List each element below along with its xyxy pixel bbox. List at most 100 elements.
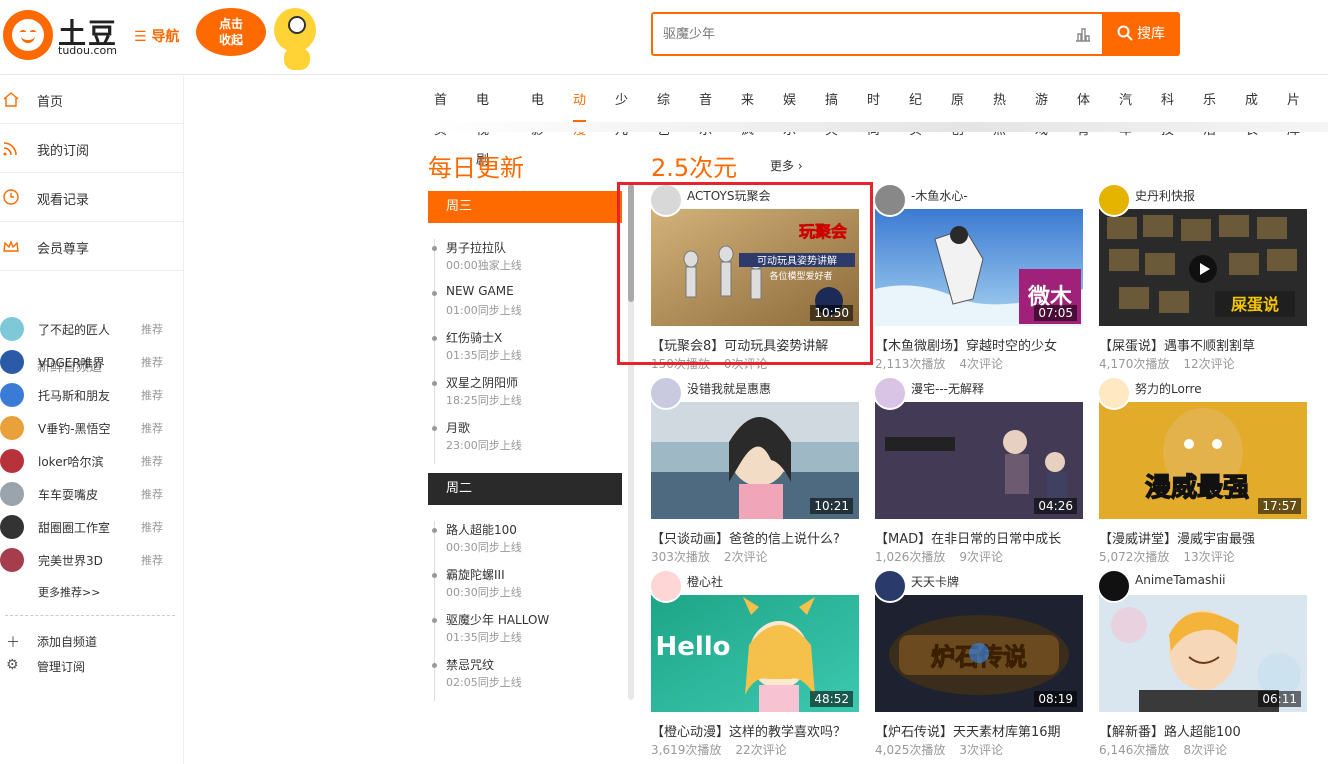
search-input[interactable] (663, 24, 1063, 44)
video-card[interactable]: 努力的Lorre 漫威最强 17:57 【漫威讲堂】漫威宇宙最强 5,072次播放 13次… (1097, 376, 1309, 570)
show-item[interactable]: 禁忌咒纹 02:05同步上线 (432, 656, 623, 701)
video-card[interactable]: 史丹利快报 屎蛋说 【屎蛋说】遇事不顺割割草 4,170次播放 12次评论 (1097, 183, 1309, 377)
nav-menu-button[interactable]: ☰ 导航 (134, 26, 179, 46)
subchannel-item[interactable]: 完美世界3D 推荐 (0, 543, 184, 576)
nav-tab[interactable]: 电影 (531, 86, 544, 138)
video-card[interactable]: 天天卡牌炉石传说08:19 【炉石传说】天天素材库第16期 4,025次播放 3次评论 (873, 569, 1085, 763)
show-item[interactable]: 男子拉拉队 00:00独家上线 (432, 239, 623, 284)
show-item[interactable]: NEW GAME 01:00同步上线 (432, 284, 623, 329)
show-item[interactable]: 双星之阴阳师 18:25同步上线 (432, 374, 623, 419)
video-title[interactable]: 【木鱼微剧场】穿越时空的少女 (875, 335, 1057, 354)
show-schedule: 00:30同步上线 (446, 541, 522, 554)
crown-icon (3, 240, 19, 252)
uploader-name[interactable]: 史丹利快报 (1135, 187, 1195, 204)
subchannel-item[interactable]: VDGER唯界 推荐 (0, 345, 184, 378)
nav-tab[interactable]: 首页 (434, 86, 447, 138)
uploader-name[interactable]: AnimeTamashii (1135, 573, 1226, 587)
show-item[interactable]: 霸旋陀螺III 00:30同步上线 (432, 566, 623, 611)
play-icon[interactable] (1189, 255, 1217, 283)
uploader-name[interactable]: 天天卡牌 (911, 573, 959, 590)
sidebar-item-vip[interactable]: 会员尊享 (0, 223, 184, 271)
chart-icon[interactable] (1074, 25, 1092, 43)
nav-tab[interactable]: 少儿 (615, 86, 628, 138)
nav-tab[interactable]: 音乐 (699, 86, 712, 138)
sidebar-item-history[interactable]: 观看记录 (0, 174, 184, 222)
show-item[interactable]: 月歌 23:00同步上线 (432, 419, 623, 464)
subchannel-item[interactable]: 甜圈圈工作室 推荐 (0, 510, 184, 543)
manage-subscriptions-button[interactable]: ⚙ 管理订阅 (0, 653, 184, 677)
play-count: 2,113次播放 (875, 357, 946, 371)
video-thumbnail[interactable]: 04:26 (875, 402, 1083, 519)
uploader-name[interactable]: 没错我就是惠惠 (687, 380, 771, 397)
subchannel-item[interactable]: 托马斯和朋友 推荐 (0, 378, 184, 411)
nav-tab[interactable]: 原创 (951, 86, 964, 138)
video-thumbnail[interactable]: Hello 48:52 (651, 595, 859, 712)
more-recommendations-link[interactable]: 更多推荐>> (38, 584, 100, 600)
nav-tab[interactable]: 综艺 (657, 86, 670, 138)
recommend-tag: 推荐 (141, 488, 163, 501)
collapse-promo[interactable]: 点击 收起 (196, 6, 321, 72)
subchannel-item[interactable]: 了不起的匠人 推荐 (0, 312, 184, 345)
nav-tab[interactable]: 热点 (993, 86, 1006, 138)
uploader-name[interactable]: 漫宅---无解释 (911, 380, 984, 397)
show-item[interactable]: 路人超能100 00:30同步上线 (432, 521, 623, 566)
nav-tab[interactable]: 搞笑 (825, 86, 838, 138)
video-title[interactable]: 【MAD】在非日常的日常中成长 (875, 528, 1061, 547)
nav-tab[interactable]: 来疯 (741, 86, 754, 138)
video-card[interactable]: 橙心社 Hello 48:52 【橙心动漫】这样的教学喜欢吗？ 3,619次播放 22次评… (649, 569, 861, 763)
day-header[interactable]: 周二 (428, 473, 622, 505)
uploader-avatar[interactable] (873, 569, 907, 603)
uploader-name[interactable]: 橙心社 (687, 573, 723, 590)
uploader-avatar[interactable] (1097, 569, 1131, 603)
video-thumbnail[interactable]: 06:11 (1099, 595, 1307, 712)
video-thumbnail[interactable]: 屎蛋说 (1099, 209, 1307, 326)
video-card[interactable]: 漫宅---无解释 04:26 【MAD】在非日常的日常中成长 1,026次播放 9次评论 (873, 376, 1085, 570)
nav-tab[interactable]: 动漫 (573, 86, 587, 138)
video-title[interactable]: 【解新番】路人超能100 (1099, 721, 1241, 740)
video-title[interactable]: 【只谈动画】爸爸的信上说什么? (651, 528, 840, 547)
nav-tab[interactable]: 体育 (1077, 86, 1090, 138)
video-card[interactable]: 没错我就是惠惠 10:21 【只谈动画】爸爸的信上说什么? 303次播放 2次评论 (649, 376, 861, 570)
sidebar-item-home[interactable]: 首页 (0, 76, 184, 124)
nav-tab[interactable]: 电视剧 (476, 86, 489, 168)
uploader-avatar[interactable] (873, 376, 907, 410)
subchannel-item[interactable]: V垂钓-黑悟空 推荐 (0, 411, 184, 444)
video-title[interactable]: 【漫威讲堂】漫威宇宙最强 (1099, 528, 1255, 547)
day-header[interactable]: 周三 (428, 191, 622, 223)
search-button[interactable]: 搜库 (1102, 12, 1180, 56)
nav-tab[interactable]: 科技 (1161, 86, 1174, 138)
show-item[interactable]: 驱魔少年 HALLOW 01:35同步上线 (432, 611, 623, 656)
video-thumbnail[interactable]: 10:21 (651, 402, 859, 519)
bullet-icon (432, 528, 437, 533)
nav-tab[interactable]: 时尚 (867, 86, 880, 138)
video-thumbnail[interactable]: 微木 07:05 (875, 209, 1083, 326)
tudou-logo[interactable]: 土豆 tudou.com (3, 10, 123, 60)
video-title[interactable]: 【炉石传说】天天素材库第16期 (875, 721, 1061, 740)
nav-tab[interactable]: 纪实 (909, 86, 922, 138)
nav-tab[interactable]: 片库 (1287, 86, 1300, 138)
nav-tab[interactable]: 游戏 (1035, 86, 1048, 138)
video-thumbnail[interactable]: 漫威最强 17:57 (1099, 402, 1307, 519)
video-card[interactable]: AnimeTamashii 06:11 【解新番】路人超能100 6,146次播放 8次… (1097, 569, 1309, 763)
uploader-avatar[interactable] (649, 376, 683, 410)
uploader-avatar[interactable] (873, 183, 907, 217)
more-link[interactable]: 更多 › (770, 157, 803, 174)
uploader-name[interactable]: -木鱼水心- (911, 187, 968, 204)
nav-tab[interactable]: 乐活 (1203, 86, 1216, 138)
sidebar-item-subscriptions[interactable]: 我的订阅 (0, 125, 184, 173)
video-title[interactable]: 【屎蛋说】遇事不顺割割草 (1099, 335, 1255, 354)
show-item[interactable]: 红伤骑士X 01:35同步上线 (432, 329, 623, 374)
nav-tab[interactable]: 成长 (1245, 86, 1258, 138)
video-card[interactable]: -木鱼水心- 微木 07:05 【木鱼微剧场】穿越时空的少女 2,113次播放 4次评论 (873, 183, 1085, 377)
subchannel-item[interactable]: 车车耍嘴皮 推荐 (0, 477, 184, 510)
add-channel-button[interactable]: ＋ 添加自频道 (0, 628, 184, 652)
video-title[interactable]: 【橙心动漫】这样的教学喜欢吗？ (651, 721, 846, 740)
nav-tab[interactable]: 汽车 (1119, 86, 1132, 138)
nav-tab[interactable]: 娱乐 (783, 86, 796, 138)
uploader-avatar[interactable] (1097, 376, 1131, 410)
uploader-name[interactable]: 努力的Lorre (1135, 380, 1202, 397)
uploader-avatar[interactable] (649, 569, 683, 603)
subchannel-item[interactable]: loker哈尔滨 推荐 (0, 444, 184, 477)
video-thumbnail[interactable]: 炉石传说08:19 (875, 595, 1083, 712)
uploader-avatar[interactable] (1097, 183, 1131, 217)
